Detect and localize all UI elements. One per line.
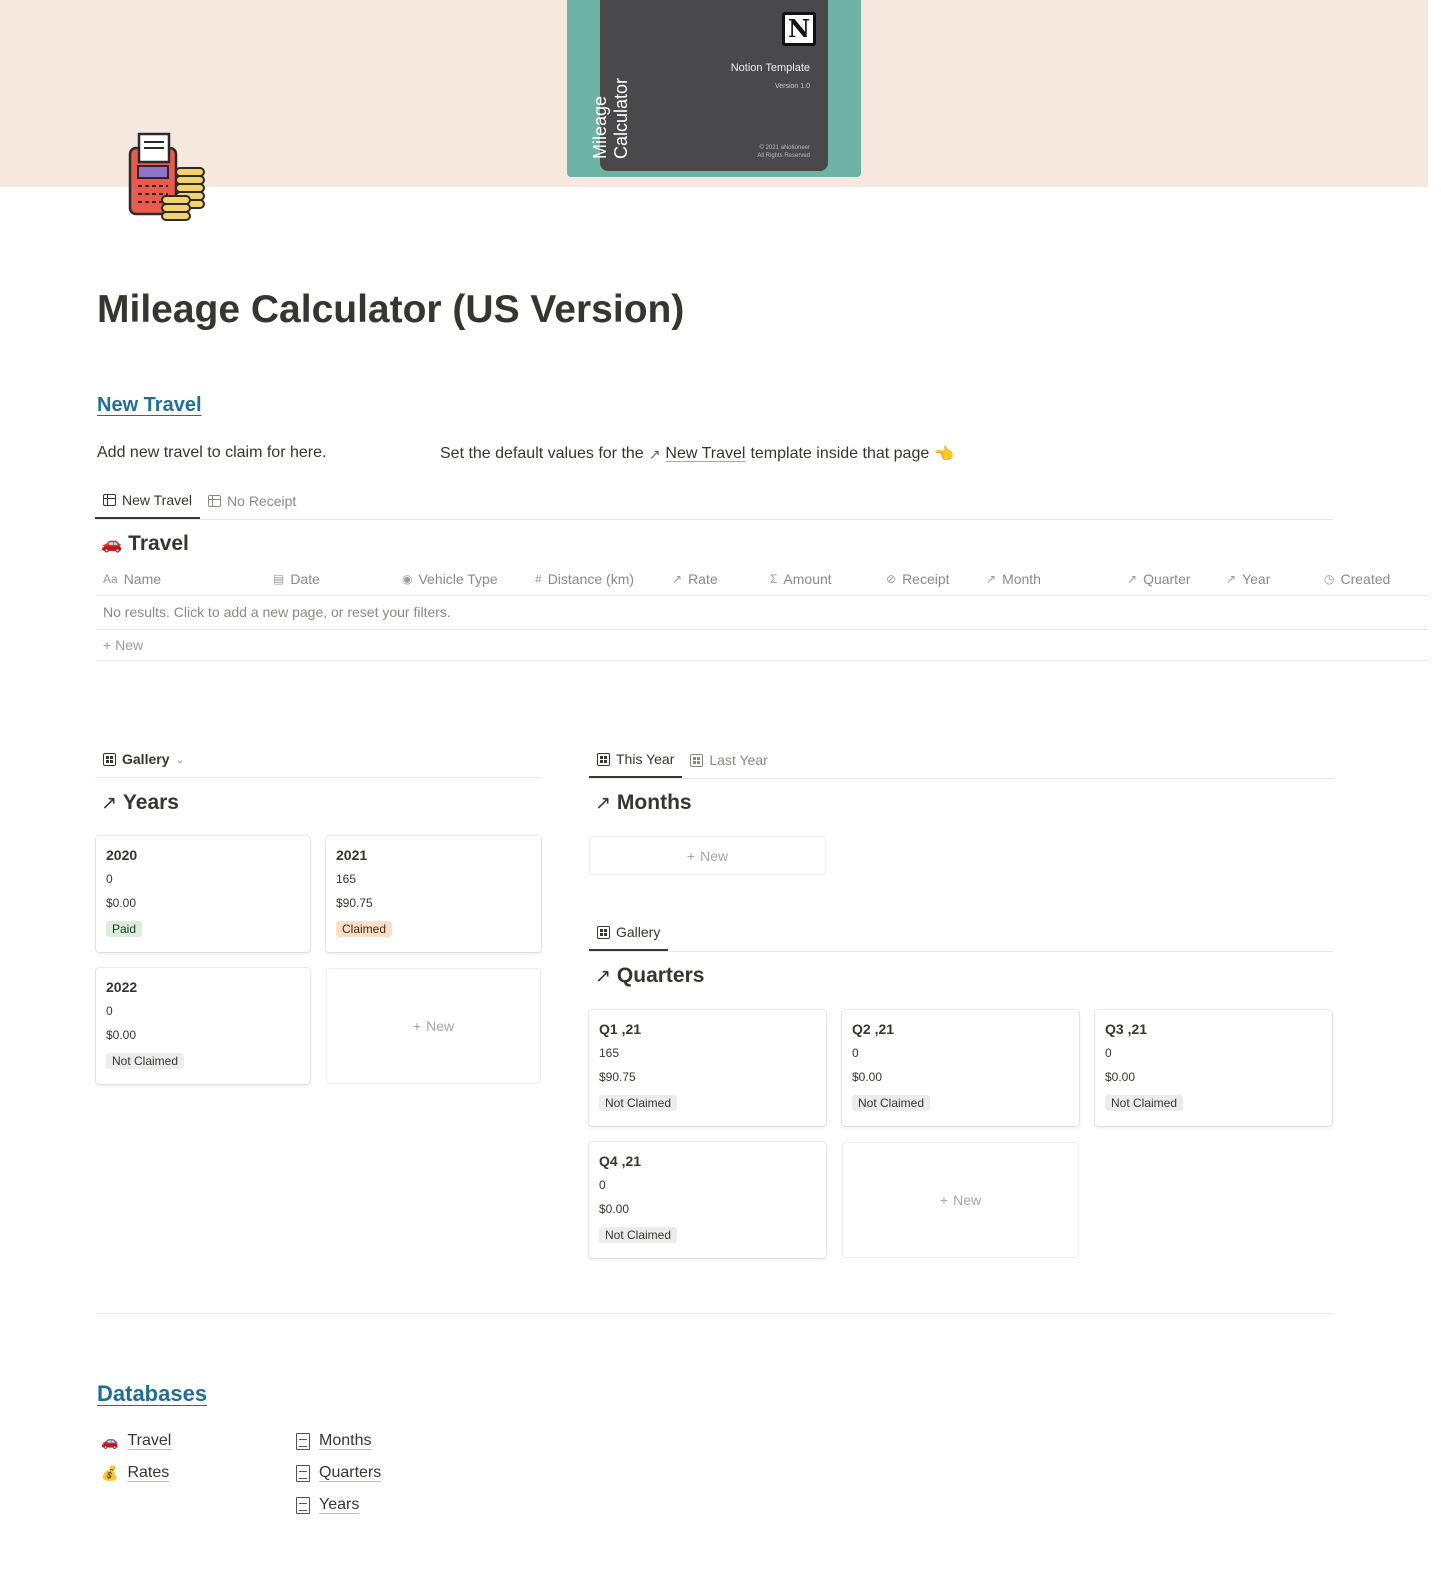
table-icon xyxy=(208,495,222,507)
chevron-down-icon: ⌄ xyxy=(175,753,185,766)
quarter-card[interactable]: Q3 ,21 0 $0.00 Not Claimed xyxy=(1095,1010,1332,1126)
new-row-button[interactable]: + New xyxy=(96,630,1428,661)
status-badge: Paid xyxy=(106,921,143,937)
linked-db-arrow-icon: ↗ xyxy=(595,965,611,987)
db-link-rates[interactable]: 💰 Rates xyxy=(101,1464,169,1482)
plus-icon: + xyxy=(686,847,696,864)
number-icon: # xyxy=(535,572,542,586)
column-quarter[interactable]: ↗ Quarter xyxy=(1127,571,1191,587)
column-name[interactable]: Aa Name xyxy=(103,571,161,587)
plus-icon: + xyxy=(412,1018,422,1034)
new-travel-heading-link[interactable]: New Travel xyxy=(97,394,202,417)
calendar-icon: ▤ xyxy=(273,572,285,586)
tab-gallery[interactable]: Gallery xyxy=(589,924,669,951)
pointing-hand-icon: 👈 xyxy=(934,446,955,463)
page-icon xyxy=(296,1496,310,1514)
relation-icon: ↗ xyxy=(1226,572,1237,586)
months-db-title[interactable]: ↗ Months xyxy=(595,791,692,815)
formula-icon: Σ xyxy=(770,572,778,586)
tab-this-year[interactable]: This Year xyxy=(589,751,683,778)
status-badge: Not Claimed xyxy=(1105,1095,1184,1111)
column-created[interactable]: ◷ Created xyxy=(1324,571,1390,587)
travel-view-tabs: New Travel No Receipt xyxy=(95,492,1333,520)
page-link-icon: ↗ xyxy=(648,445,661,462)
months-view-tabs: This Year Last Year xyxy=(589,751,1333,779)
coins-icon: 💰 xyxy=(101,1464,119,1481)
plus-icon: + xyxy=(939,1192,949,1208)
databases-heading-link[interactable]: Databases xyxy=(97,1381,207,1407)
quarter-card[interactable]: Q2 ,21 0 $0.00 Not Claimed xyxy=(842,1010,1079,1126)
quarter-card[interactable]: Q1 ,21 165 $90.75 Not Claimed xyxy=(589,1010,826,1126)
tab-new-travel[interactable]: New Travel xyxy=(95,492,201,519)
page-icon xyxy=(296,1464,310,1482)
page-title: Mileage Calculator (US Version) xyxy=(97,288,685,331)
cover-card: N Notion Template Version 1.0 © 2021 aNo… xyxy=(590,0,828,171)
gallery-icon xyxy=(690,753,704,767)
column-amount[interactable]: Σ Amount xyxy=(770,571,832,587)
year-card[interactable]: 2021 165 $90.75 Claimed xyxy=(326,836,541,952)
notion-logo-icon: N xyxy=(782,12,816,46)
car-icon: 🚗 xyxy=(101,1432,119,1449)
travel-db-title[interactable]: 🚗 Travel xyxy=(101,532,189,556)
linked-db-arrow-icon: ↗ xyxy=(595,792,611,814)
status-badge: Not Claimed xyxy=(599,1095,678,1111)
db-link-years[interactable]: Years xyxy=(296,1496,359,1514)
cover-version: Version 1.0 xyxy=(774,83,810,90)
select-icon: ◉ xyxy=(402,572,413,586)
tab-last-year[interactable]: Last Year xyxy=(682,752,775,778)
years-view-tabs: Gallery ⌄ xyxy=(95,751,541,778)
new-travel-template-link[interactable]: New Travel xyxy=(665,445,745,463)
view-switcher-gallery[interactable]: Gallery ⌄ xyxy=(95,751,193,777)
cover-image: N Notion Template Version 1.0 © 2021 aNo… xyxy=(567,0,861,177)
column-receipt[interactable]: ⊘ Receipt xyxy=(886,571,950,587)
cover-template-label: Notion Template xyxy=(730,62,810,74)
years-db-title[interactable]: ↗ Years xyxy=(101,791,179,815)
new-travel-description: Add new travel to claim for here. xyxy=(97,444,327,461)
status-badge: Not Claimed xyxy=(852,1095,931,1111)
table-icon xyxy=(103,494,116,506)
travel-table-header: Aa Name ▤ Date ◉ Vehicle Type # Distance (km… xyxy=(96,563,1428,596)
status-badge: Not Claimed xyxy=(106,1053,185,1069)
column-distance[interactable]: # Distance (km) xyxy=(535,571,634,587)
cover-copyright: © 2021 aNotioneer All Rights Reserved xyxy=(757,145,810,159)
status-badge: Claimed xyxy=(336,921,393,937)
clock-icon: ◷ xyxy=(1324,572,1335,586)
page-icon xyxy=(296,1432,310,1450)
column-date[interactable]: ▤ Date xyxy=(273,571,320,587)
db-link-travel[interactable]: 🚗 Travel xyxy=(101,1432,171,1450)
divider xyxy=(96,1313,1333,1314)
column-vehicle-type[interactable]: ◉ Vehicle Type xyxy=(402,571,498,587)
relation-icon: ↗ xyxy=(986,572,997,586)
cover-vertical-title: Mileage Calculator xyxy=(590,77,631,159)
tab-no-receipt[interactable]: No Receipt xyxy=(200,493,304,519)
relation-icon: ↗ xyxy=(672,572,683,586)
linked-db-arrow-icon: ↗ xyxy=(101,792,117,814)
new-year-card-button[interactable]: + New xyxy=(326,968,541,1084)
quarters-db-title[interactable]: ↗ Quarters xyxy=(595,964,704,988)
year-card[interactable]: 2020 0 $0.00 Paid xyxy=(96,836,310,952)
new-month-card-button[interactable]: + New xyxy=(589,836,826,875)
car-icon: 🚗 xyxy=(101,534,123,553)
relation-icon: ↗ xyxy=(1127,572,1138,586)
new-quarter-card-button[interactable]: + New xyxy=(842,1142,1079,1258)
year-card[interactable]: 2022 0 $0.00 Not Claimed xyxy=(96,968,310,1084)
column-rate[interactable]: ↗ Rate xyxy=(672,571,718,587)
empty-results-row[interactable]: No results. Click to add a new page, or … xyxy=(96,596,1428,630)
column-month[interactable]: ↗ Month xyxy=(986,571,1041,587)
db-link-quarters[interactable]: Quarters xyxy=(296,1464,381,1482)
gallery-icon xyxy=(597,925,610,939)
receipt-coins-icon[interactable] xyxy=(126,130,208,224)
db-link-months[interactable]: Months xyxy=(296,1432,371,1450)
gallery-icon xyxy=(103,752,116,766)
column-year[interactable]: ↗ Year xyxy=(1226,571,1270,587)
status-badge: Not Claimed xyxy=(599,1227,678,1243)
quarters-view-tabs: Gallery xyxy=(589,924,1333,952)
plus-icon: + xyxy=(103,637,116,653)
gallery-icon xyxy=(597,752,610,766)
paperclip-icon: ⊘ xyxy=(886,572,897,586)
quarter-card[interactable]: Q4 ,21 0 $0.00 Not Claimed xyxy=(589,1142,826,1258)
template-hint: Set the default values for the ↗ New Tra… xyxy=(440,445,955,463)
text-property-icon: Aa xyxy=(103,572,118,586)
page-cover: N Notion Template Version 1.0 © 2021 aNo… xyxy=(0,0,1428,187)
